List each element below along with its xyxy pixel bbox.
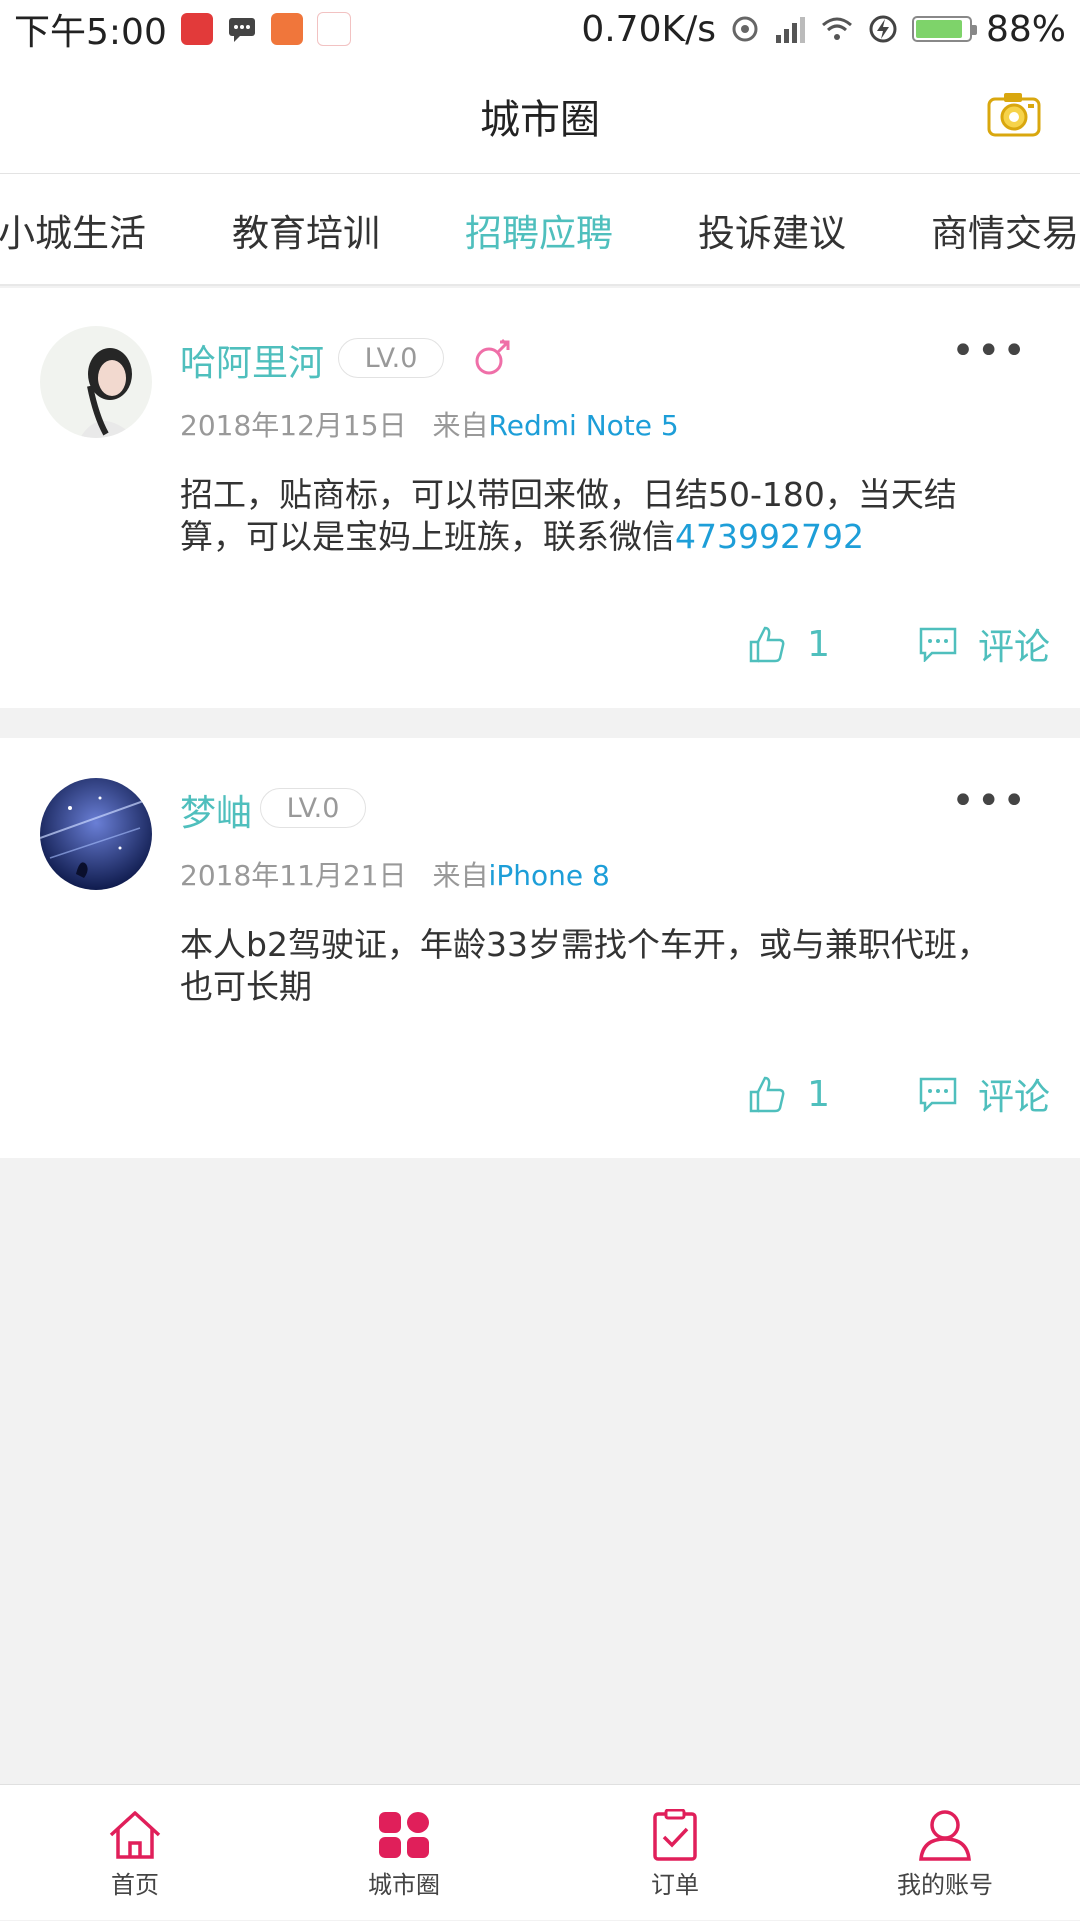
top-bar: 城市圈 bbox=[0, 58, 1080, 174]
grid-icon bbox=[379, 1812, 429, 1858]
nav-label: 我的账号 bbox=[897, 1871, 993, 1899]
username[interactable]: 哈阿里河 bbox=[180, 334, 324, 386]
post-date: 2018年12月15日 bbox=[180, 409, 407, 442]
nav-label: 首页 bbox=[111, 1871, 159, 1899]
charging-icon bbox=[868, 14, 898, 44]
app-notification-icon bbox=[180, 13, 213, 45]
like-button[interactable]: 1 bbox=[747, 624, 830, 665]
post-actions: 1 评论 bbox=[747, 1068, 1050, 1120]
nav-orders[interactable]: 订单 bbox=[575, 1785, 775, 1921]
battery-icon bbox=[911, 16, 977, 42]
comment-label: 评论 bbox=[977, 1077, 1050, 1118]
comment-button[interactable]: 评论 bbox=[918, 1068, 1050, 1120]
post-actions: 1 评论 bbox=[747, 618, 1050, 670]
level-badge: LV.0 bbox=[260, 788, 366, 828]
network-speed: 0.70K/s bbox=[581, 8, 716, 50]
avatar[interactable] bbox=[40, 326, 152, 438]
tab-recruitment[interactable]: 招聘应聘 bbox=[465, 174, 613, 284]
like-count: 1 bbox=[807, 1073, 830, 1115]
bottom-nav: 首页 城市圈 订单 我的账号 bbox=[0, 1784, 1080, 1920]
nav-label: 城市圈 bbox=[368, 1871, 440, 1899]
nav-account[interactable]: 我的账号 bbox=[845, 1785, 1045, 1921]
more-icon[interactable]: ••• bbox=[951, 328, 1028, 374]
username[interactable]: 梦岫 bbox=[180, 784, 252, 836]
signal-icon bbox=[774, 15, 806, 43]
tab-complaints[interactable]: 投诉建议 bbox=[698, 174, 846, 284]
message-icon bbox=[227, 14, 257, 44]
comment-label: 评论 bbox=[977, 627, 1050, 668]
comment-button[interactable]: 评论 bbox=[918, 618, 1050, 670]
post-card: 梦岫 LV.0 ••• 2018年11月21日 来自iPhone 8 本人b2驾驶… bbox=[0, 738, 1080, 1158]
category-tabs: 小城生活 教育培训 招聘应聘 投诉建议 商情交易 bbox=[0, 174, 1080, 286]
post-date: 2018年11月21日 bbox=[180, 859, 407, 892]
device-link[interactable]: iPhone 8 bbox=[489, 859, 610, 892]
post-text: 本人b2驾驶证，年龄33岁需找个车开，或与兼职代班，也可长期 bbox=[180, 925, 990, 1006]
page-title: 城市圈 bbox=[480, 96, 600, 143]
status-bar: 下午5:00 0.70K/s 88% bbox=[0, 0, 1080, 58]
status-time: 下午5:00 bbox=[14, 12, 167, 53]
like-count: 1 bbox=[807, 623, 830, 665]
user-icon bbox=[919, 1810, 971, 1861]
comment-icon bbox=[919, 627, 957, 662]
post-meta: 2018年12月15日 来自Redmi Note 5 bbox=[180, 404, 679, 444]
device-link[interactable]: Redmi Note 5 bbox=[489, 409, 679, 442]
battery-percent: 88% bbox=[985, 8, 1066, 50]
phone-link[interactable]: 473992792 bbox=[675, 517, 864, 556]
camera-icon[interactable] bbox=[986, 90, 1042, 138]
post-meta: 2018年11月21日 来自iPhone 8 bbox=[180, 854, 610, 894]
app-notification-icon bbox=[270, 13, 303, 45]
comment-icon bbox=[919, 1077, 957, 1112]
post-card: 哈阿里河 LV.0 ••• 2018年12月15日 来自Redmi Note 5 … bbox=[0, 288, 1080, 708]
post-content: 本人b2驾驶证，年龄33岁需找个车开，或与兼职代班，也可长期 bbox=[180, 924, 1000, 1008]
from-label: 来自 bbox=[432, 859, 489, 892]
thumbs-up-icon bbox=[749, 626, 785, 663]
male-female-icon bbox=[472, 338, 512, 378]
from-label: 来自 bbox=[432, 409, 489, 442]
tab-life[interactable]: 小城生活 bbox=[0, 174, 146, 284]
tab-education[interactable]: 教育培训 bbox=[232, 174, 380, 284]
nav-home[interactable]: 首页 bbox=[35, 1785, 235, 1921]
level-badge: LV.0 bbox=[338, 338, 444, 378]
nav-label: 订单 bbox=[651, 1871, 699, 1899]
battery-level bbox=[915, 20, 962, 38]
app-notification-icon bbox=[316, 12, 351, 46]
post-content: 招工，贴商标，可以带回来做，日结50-180，当天结算，可以是宝妈上班族，联系微… bbox=[180, 474, 1000, 558]
wifi-icon bbox=[820, 15, 854, 43]
thumbs-up-icon bbox=[749, 1076, 785, 1113]
nav-city-circle[interactable]: 城市圈 bbox=[304, 1785, 504, 1921]
more-icon[interactable]: ••• bbox=[951, 778, 1028, 824]
clipboard-check-icon bbox=[653, 1809, 697, 1861]
tab-trade[interactable]: 商情交易 bbox=[931, 174, 1079, 284]
home-icon bbox=[109, 1811, 161, 1859]
hotspot-icon bbox=[730, 14, 760, 44]
avatar[interactable] bbox=[40, 778, 152, 890]
like-button[interactable]: 1 bbox=[747, 1074, 830, 1115]
